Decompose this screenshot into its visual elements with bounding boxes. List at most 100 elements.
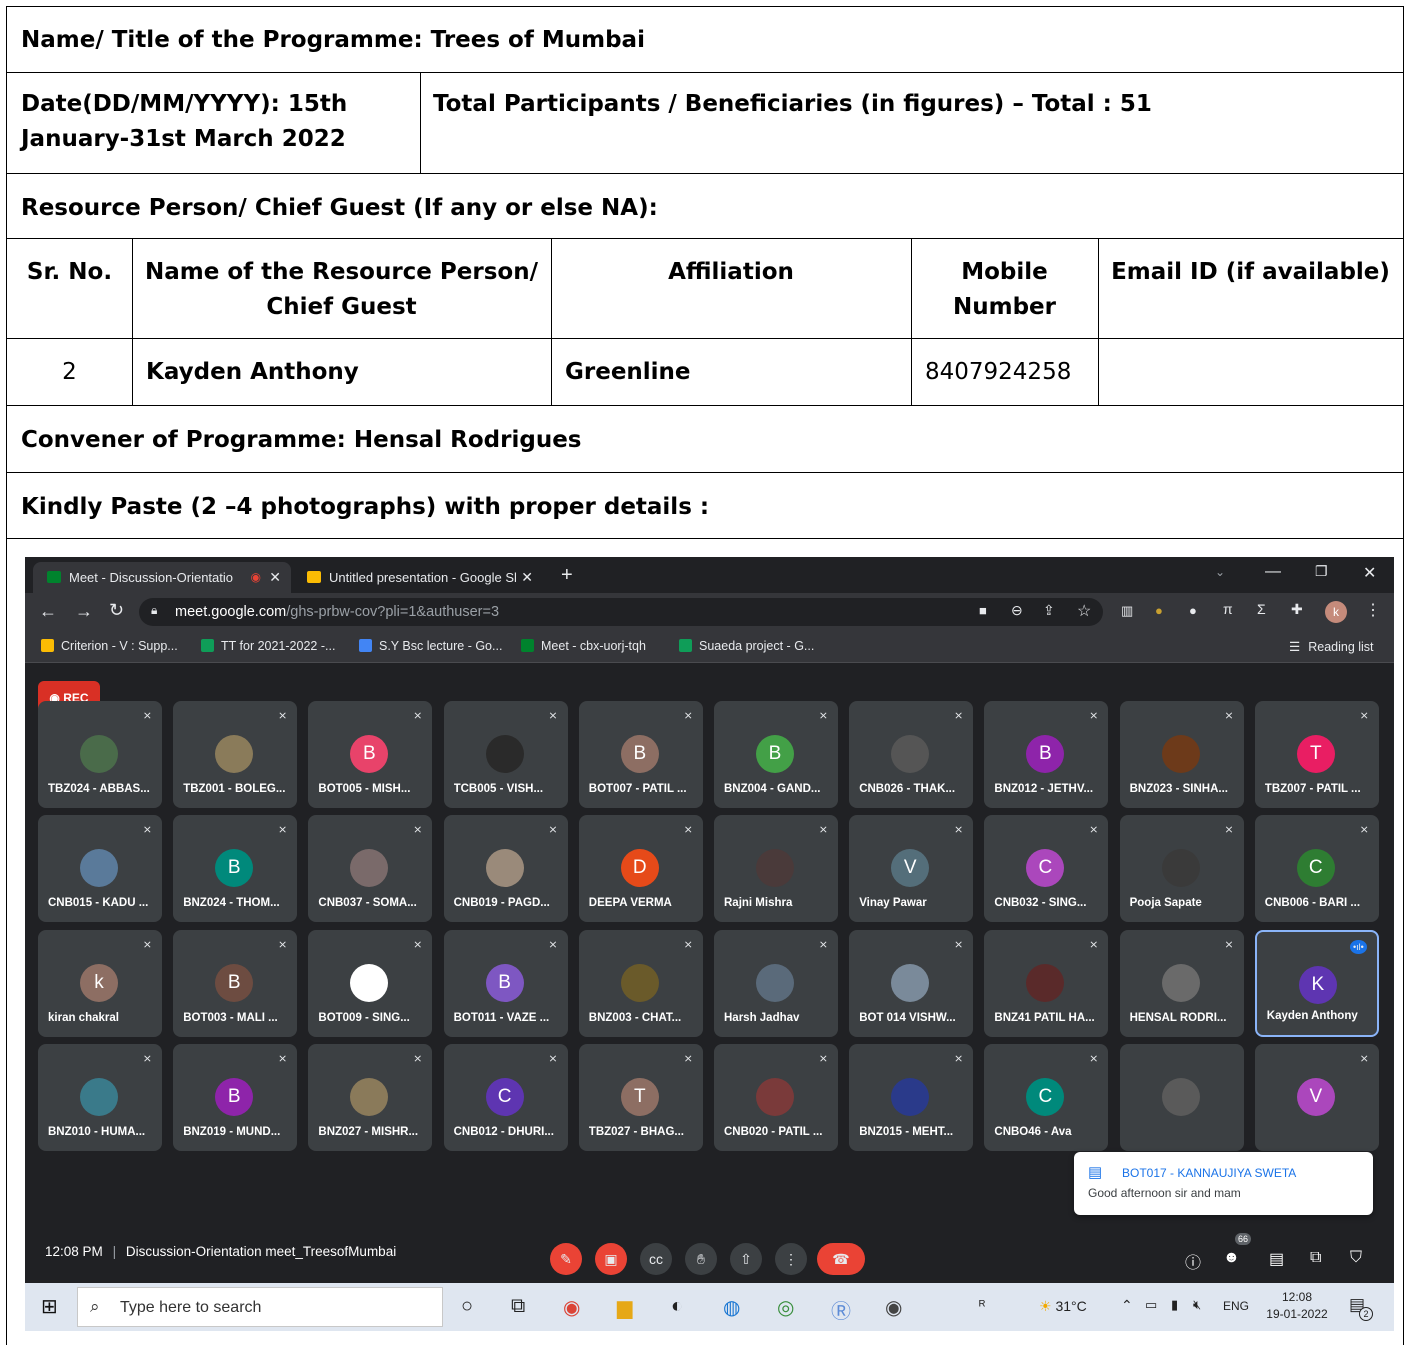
camera-off-button[interactable]: ▣ [595,1243,627,1275]
participant-tile[interactable]: •ıl• K Kayden Anthony [1254,929,1379,1037]
participant-tile[interactable]: ⨯ BNZ023 - SINHA... [1119,701,1244,808]
bookmark[interactable]: Suaeda project - G... [679,639,814,653]
participant-tile[interactable]: ⨯ B BOT003 - MALI ... [173,929,298,1037]
participant-tile[interactable]: ⨯ B BNZ024 - THOM... [173,815,298,923]
media-player-icon[interactable]: ◉ [885,1295,902,1320]
extension-icon[interactable]: ● [1189,603,1197,618]
participant-tile[interactable]: ⨯ V [1254,1043,1379,1151]
url-bar[interactable]: 🔒︎ meet.google.com/ghs-prbw-cov?pli=1&au… [139,598,1103,626]
raise-hand-button[interactable]: ✋︎ [685,1243,717,1275]
language-indicator[interactable]: ENG [1223,1299,1249,1313]
participant-tile[interactable]: ⨯ Rajni Mishra [714,815,838,923]
bookmark[interactable]: Meet - cbx-uorj-tqh [521,639,646,653]
back-icon[interactable]: ← [39,601,57,622]
host-controls-icon[interactable]: ⛉ [1350,1249,1362,1267]
cortana-icon[interactable]: ○ [461,1295,473,1318]
participant-tile[interactable]: ⨯ HENSAL RODRI... [1119,929,1244,1037]
qgis-icon[interactable]: ◎ [777,1295,794,1320]
obs-icon[interactable]: ◐ [671,1295,683,1318]
menu-icon[interactable]: ⋮ [1365,600,1381,620]
bookmark-star-icon[interactable]: ☆ [1077,601,1091,621]
network-icon[interactable]: ▭ [1145,1297,1157,1313]
restore-icon[interactable]: ❐ [1315,563,1328,580]
extension-icon[interactable]: ● [1155,603,1163,618]
battery-icon[interactable]: ▮ [1171,1297,1178,1313]
clock[interactable]: 12:08 19-01-2022 [1261,1289,1333,1323]
chat-toast[interactable]: ▤ BOT017 - KANNAUJIYA SWETA Good afterno… [1074,1152,1373,1215]
camera-icon[interactable]: ■ [979,603,987,618]
tab-slides[interactable]: Untitled presentation - Google Sl ✕ [293,562,543,593]
tab-meet[interactable]: Meet - Discussion-Orientatio ◉ ✕ [33,562,291,593]
participant-tile[interactable]: ⨯ Harsh Jadhav [714,929,838,1037]
people-tray-icon[interactable]: ᴿ [979,1297,985,1313]
volume-muted-icon[interactable]: 🔇︎ [1193,1297,1201,1313]
task-view-icon[interactable]: ⧉ [511,1295,525,1318]
participant-tile[interactable]: ⨯ CNB037 - SOMA... [308,815,433,923]
reading-list[interactable]: ☰ Reading list [1289,639,1374,654]
extension-icon[interactable]: Σ [1257,601,1266,617]
tray-chevron-icon[interactable]: ⌃ [1121,1297,1133,1314]
reload-icon[interactable]: ↻ [109,600,124,621]
close-tab-icon[interactable]: ✕ [521,562,533,593]
participant-tile[interactable]: ⨯ CNB026 - THAK... [849,701,974,808]
participant-tile[interactable]: ⨯ B BOT007 - PATIL ... [578,701,703,808]
bookmark[interactable]: Criterion - V : Supp... [41,639,178,653]
participant-tile[interactable]: ⨯ BNZ41 PATIL HA... [984,929,1109,1037]
participant-tile[interactable]: ⨯ TCB005 - VISH... [443,701,568,808]
participant-tile[interactable]: ⨯ V Vinay Pawar [849,815,974,923]
mic-off-button[interactable]: ✎ [550,1243,582,1275]
participant-tile[interactable]: ⨯ BNZ027 - MISHR... [308,1043,433,1151]
people-button[interactable]: ☻ 66 [1223,1233,1252,1267]
tab-search-icon[interactable]: ⌄ [1215,565,1225,579]
close-window-icon[interactable]: ✕ [1363,563,1376,583]
participant-tile[interactable]: ⨯ CNB019 - PAGD... [443,815,568,923]
participant-tile[interactable]: ⨯ C CNB012 - DHURI... [443,1043,568,1151]
bookmark[interactable]: S.Y Bsc lecture - Go... [359,639,502,653]
participant-tile[interactable]: ⨯ BNZ003 - CHAT... [578,929,703,1037]
edge-icon[interactable]: ◍ [723,1295,740,1320]
leave-call-button[interactable]: ☎︎ [817,1243,865,1275]
participant-tile[interactable]: ⨯ T TBZ007 - PATIL ... [1254,701,1379,808]
participant-tile[interactable]: ⨯ BNZ010 - HUMA... [38,1043,162,1151]
weather-widget[interactable]: ☀︎ 31°C [1039,1298,1087,1315]
participant-tile[interactable]: ⨯ k kiran chakral [38,929,162,1037]
extension-icon[interactable]: ▥ [1121,603,1133,619]
windows-start-icon[interactable]: ⊞ [41,1294,58,1319]
participant-tile[interactable] [1119,1043,1244,1151]
participant-tile[interactable]: ⨯ C CNB032 - SING... [984,815,1109,923]
participant-tile[interactable]: ⨯ Pooja Sapate [1119,815,1244,923]
participant-tile[interactable]: ⨯ B BNZ012 - JETHV... [984,701,1109,808]
file-explorer-icon[interactable]: ▆ [617,1295,632,1320]
profile-avatar[interactable]: k [1325,601,1347,623]
bookmark[interactable]: TT for 2021-2022 -... [201,639,335,653]
participant-tile[interactable]: ⨯ B BOT011 - VAZE ... [443,929,568,1037]
more-options-button[interactable]: ⋮ [775,1243,807,1275]
present-button[interactable]: ⇧ [730,1243,762,1275]
puzzle-icon[interactable]: ✚ [1291,601,1303,618]
participant-tile[interactable]: ⨯ TBZ001 - BOLEG... [173,701,298,808]
activities-icon[interactable]: ⧉ [1310,1249,1321,1267]
r-icon[interactable]: Ⓡ [831,1295,851,1324]
participant-tile[interactable]: ⨯ BOT009 - SING... [308,929,433,1037]
participant-tile[interactable]: ⨯ BOT 014 VISHW... [849,929,974,1037]
participant-tile[interactable]: ⨯ BNZ015 - MEHT... [849,1043,974,1151]
participant-tile[interactable]: ⨯ D DEEPA VERMA [578,815,703,923]
participant-tile[interactable]: ⨯ CNB020 - PATIL ... [714,1043,838,1151]
participant-tile[interactable]: ⨯ C CNBO46 - Ava [984,1043,1109,1151]
minimize-icon[interactable]: — [1265,563,1281,581]
forward-icon[interactable]: → [75,601,93,622]
info-icon[interactable]: ⓘ [1185,1249,1201,1273]
participant-tile[interactable]: ⨯ B BNZ004 - GAND... [714,701,838,808]
taskbar-search[interactable]: ⌕ Type here to search [77,1287,443,1327]
zoom-icon[interactable]: ⊖ [1011,602,1023,619]
share-icon[interactable]: ⇪ [1043,602,1055,619]
participant-tile[interactable]: ⨯ B BOT005 - MISH... [308,701,433,808]
extension-icon[interactable]: π [1223,601,1233,617]
participant-tile[interactable]: ⨯ CNB015 - KADU ... [38,815,162,923]
participant-tile[interactable]: ⨯ TBZ024 - ABBAS... [38,701,162,808]
chrome-icon[interactable]: ◉ [563,1295,580,1320]
close-tab-icon[interactable]: ✕ [269,562,281,593]
captions-button[interactable]: cc [640,1243,672,1275]
participant-tile[interactable]: ⨯ C CNB006 - BARI ... [1254,815,1379,923]
notifications-button[interactable]: ▤ 2 [1349,1295,1373,1321]
